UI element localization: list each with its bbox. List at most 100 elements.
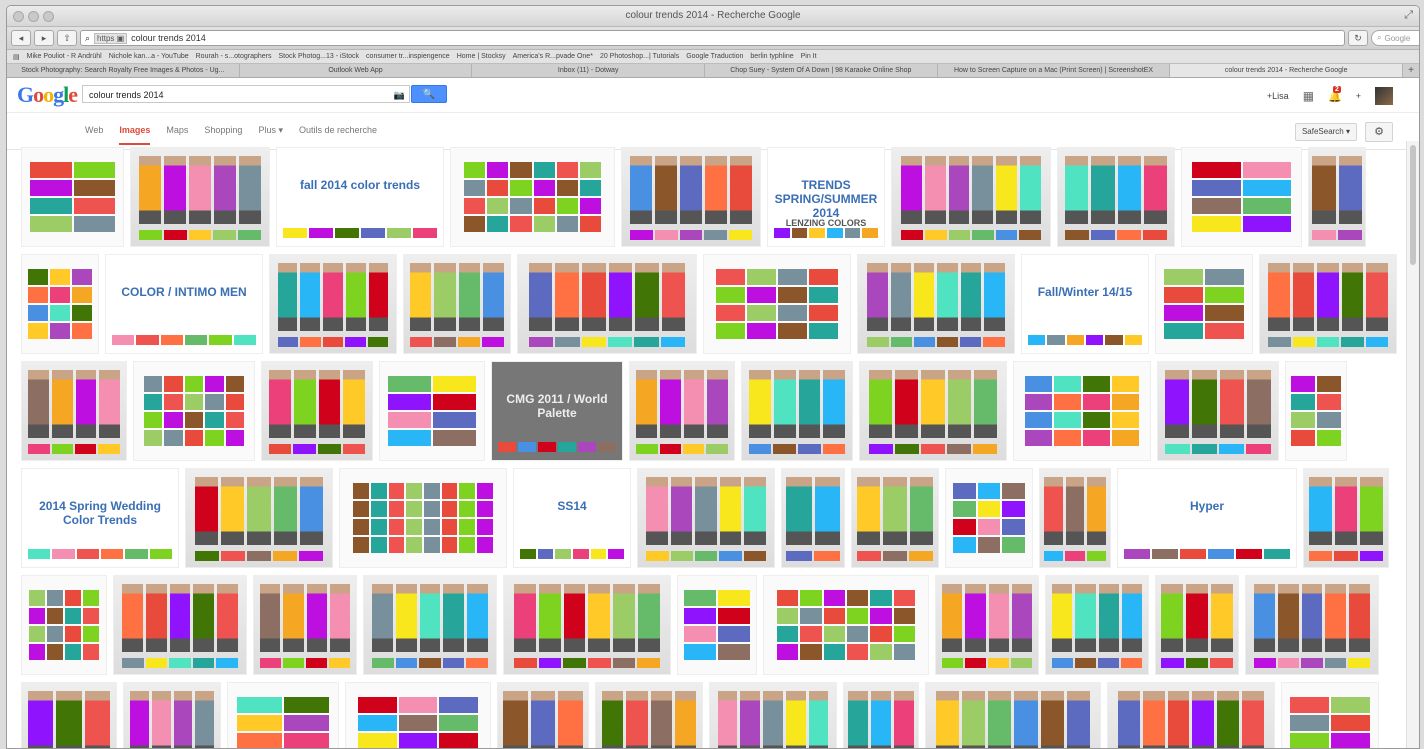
image-result-thumbnail[interactable] [843,682,919,748]
image-result-thumbnail[interactable]: TRENDS SPRING/SUMMER 2014 LENZING COLORS [767,147,885,247]
image-result-thumbnail[interactable] [21,361,127,461]
image-result-thumbnail[interactable] [403,254,511,354]
image-result-thumbnail[interactable] [763,575,929,675]
image-result-thumbnail[interactable] [363,575,497,675]
image-result-thumbnail[interactable] [1155,575,1239,675]
image-result-thumbnail[interactable] [1281,682,1379,748]
browser-tab[interactable]: How to Screen Capture on a Mac (Print Sc… [938,64,1171,77]
share-plus-icon[interactable]: + [1356,91,1361,101]
image-result-thumbnail[interactable] [21,575,107,675]
image-result-thumbnail[interactable] [1045,575,1149,675]
image-result-thumbnail[interactable] [859,361,1007,461]
bookmark-item[interactable]: Stock Photog...13 - iStock [279,53,360,60]
share-button[interactable]: ⇧ [57,30,77,46]
image-result-thumbnail[interactable] [503,575,671,675]
image-result-thumbnail[interactable] [637,468,775,568]
image-result-thumbnail[interactable] [1157,361,1279,461]
image-result-thumbnail[interactable]: Hyper [1117,468,1297,568]
image-result-thumbnail[interactable] [345,682,491,748]
search-button[interactable]: 🔍 [411,85,447,103]
bookmark-item[interactable]: Nichole kan...a - YouTube [109,53,189,60]
image-result-thumbnail[interactable] [925,682,1101,748]
image-result-thumbnail[interactable] [21,147,124,247]
image-result-thumbnail[interactable] [227,682,339,748]
google-logo[interactable]: Google [17,82,78,108]
image-result-thumbnail[interactable]: CMG 2011 / World Palette [491,361,623,461]
address-bar[interactable]: ⌕ https ▣ colour trends 2014 [80,30,1345,46]
scrollbar-thumb[interactable] [1410,145,1416,265]
bookmark-item[interactable]: Rourah - s...otographers [196,53,272,60]
notifications-icon[interactable]: 🔔 2 [1328,85,1342,103]
image-result-thumbnail[interactable] [621,147,761,247]
image-result-thumbnail[interactable] [1107,682,1275,748]
image-result-thumbnail[interactable] [1308,147,1366,247]
bookmark-item[interactable]: America's R...pvade One* [513,53,593,60]
image-result-thumbnail[interactable] [703,254,851,354]
bookmark-item[interactable]: consumer tr...inspiengence [366,53,450,60]
bookmark-item[interactable]: 20 Photoshop...| Tutorials [600,53,679,60]
image-result-thumbnail[interactable] [1303,468,1389,568]
image-result-thumbnail[interactable] [595,682,703,748]
image-result-thumbnail[interactable] [21,254,99,354]
image-result-thumbnail[interactable] [133,361,255,461]
reload-button[interactable]: ↻ [1348,30,1368,46]
image-result-thumbnail[interactable] [1039,468,1111,568]
bookmark-item[interactable]: Mike Pouliot - R Andrühl [27,53,102,60]
image-result-thumbnail[interactable] [517,254,697,354]
image-result-thumbnail[interactable]: 2014 Spring Wedding Color Trends [21,468,179,568]
image-result-thumbnail[interactable] [945,468,1033,568]
image-result-thumbnail[interactable] [1013,361,1151,461]
image-result-thumbnail[interactable] [677,575,757,675]
image-result-thumbnail[interactable] [1057,147,1175,247]
image-result-thumbnail[interactable] [1259,254,1397,354]
image-result-thumbnail[interactable] [709,682,837,748]
image-result-thumbnail[interactable] [935,575,1039,675]
apps-grid-icon[interactable]: ▦ [1303,89,1314,103]
image-result-thumbnail[interactable] [253,575,357,675]
image-result-thumbnail[interactable] [497,682,589,748]
search-input[interactable]: colour trends 2014 📷 [82,85,410,103]
image-result-thumbnail[interactable] [781,468,845,568]
image-result-thumbnail[interactable] [891,147,1051,247]
forward-button[interactable]: ▸ [34,30,54,46]
image-result-thumbnail[interactable] [1181,147,1302,247]
safesearch-dropdown[interactable]: SafeSearch ▾ [1294,123,1357,141]
image-result-thumbnail[interactable] [450,147,615,247]
image-result-thumbnail[interactable] [851,468,939,568]
bookmark-item[interactable]: Pin It [801,53,817,60]
image-result-thumbnail[interactable] [1285,361,1347,461]
image-result-thumbnail[interactable] [741,361,853,461]
browser-tab[interactable]: Chop Suey - System Of A Down | 98 Karaok… [705,64,938,77]
image-result-thumbnail[interactable] [185,468,333,568]
image-result-thumbnail[interactable] [379,361,485,461]
image-result-thumbnail[interactable]: SS14 [513,468,631,568]
user-link[interactable]: +Lisa [1267,91,1289,101]
image-result-thumbnail[interactable] [857,254,1015,354]
avatar[interactable] [1375,87,1393,105]
image-result-thumbnail[interactable] [21,682,117,748]
bookmark-item[interactable]: Home | Stocksy [457,53,506,60]
browser-tab[interactable]: Outlook Web App [240,64,473,77]
browser-search-field[interactable]: ⌕ Google [1371,30,1419,46]
back-button[interactable]: ◂ [11,30,31,46]
image-result-thumbnail[interactable]: fall 2014 color trends [276,147,444,247]
image-result-thumbnail[interactable] [261,361,373,461]
reading-list-icon[interactable]: ▤ [13,53,20,61]
browser-tab[interactable]: colour trends 2014 - Recherche Google [1170,64,1404,77]
settings-gear-icon[interactable]: ⚙ [1365,122,1393,142]
image-result-thumbnail[interactable] [269,254,397,354]
image-result-thumbnail[interactable] [339,468,507,568]
image-result-thumbnail[interactable] [1155,254,1253,354]
new-tab-button[interactable]: + [1403,64,1419,77]
page-scrollbar[interactable] [1406,141,1419,748]
browser-tab[interactable]: Inbox (11) - Dotway [472,64,706,77]
browser-tab[interactable]: Stock Photography: Search Royalty Free I… [7,64,240,77]
fullscreen-icon[interactable]: ⤢ [1404,9,1413,22]
image-result-thumbnail[interactable]: Fall/Winter 14/15 [1021,254,1149,354]
camera-icon[interactable]: 📷 [394,86,405,104]
image-result-thumbnail[interactable] [123,682,221,748]
image-result-thumbnail[interactable] [130,147,270,247]
bookmark-item[interactable]: berlin typhline [750,53,793,60]
bookmark-item[interactable]: Google Traduction [686,53,743,60]
image-result-thumbnail[interactable] [629,361,735,461]
